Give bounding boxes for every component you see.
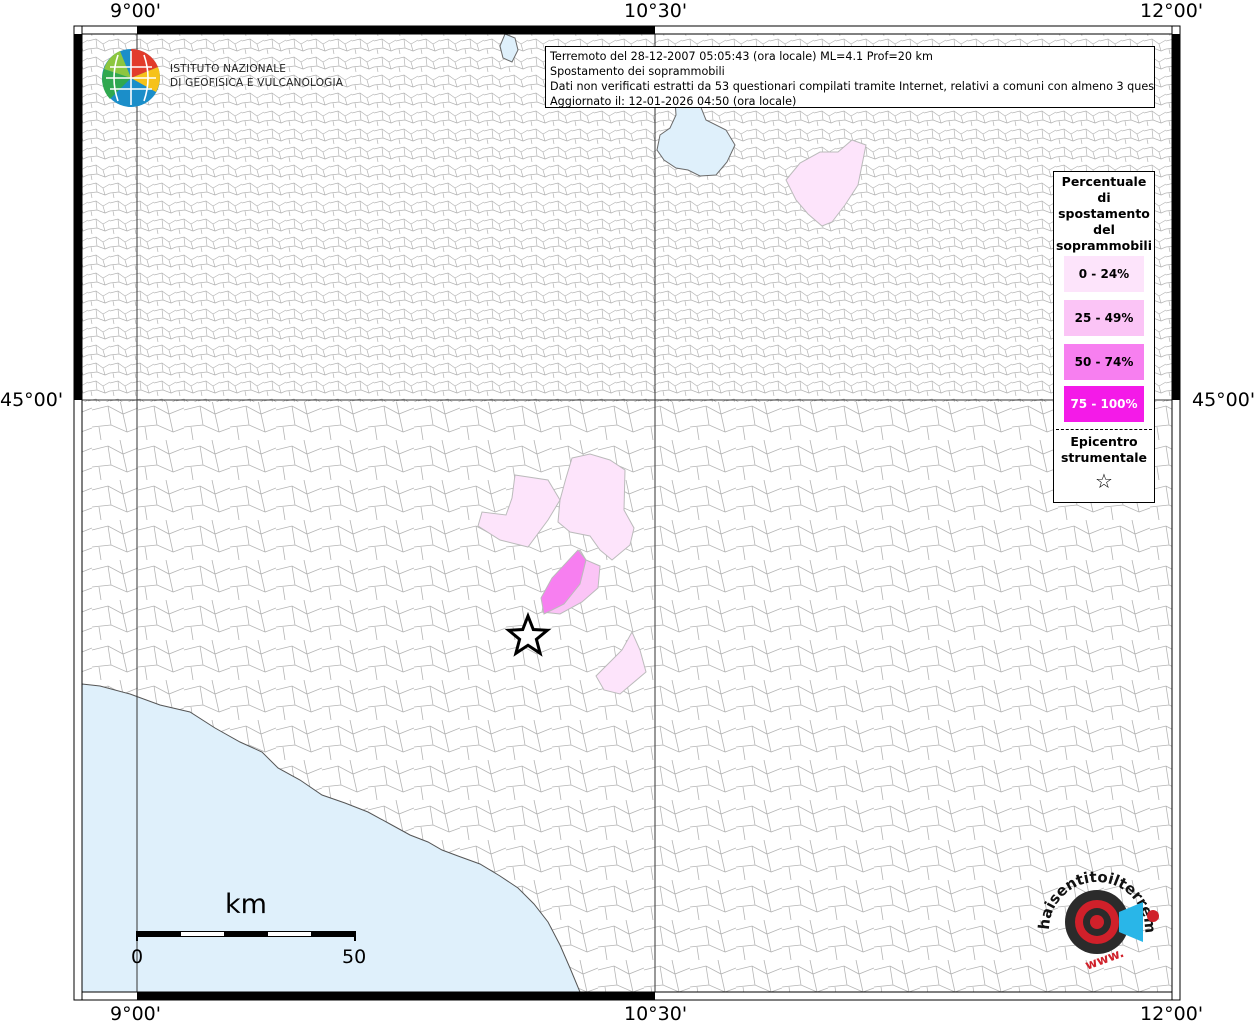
legend: Percentuale di spostamento del soprammob… bbox=[1053, 171, 1155, 503]
event-line: Terremoto del 28-12-2007 05:05:43 (ora l… bbox=[550, 50, 933, 63]
tick-top-9-00: 9°00' bbox=[110, 0, 161, 22]
ingv-name-line2: DI GEOFISICA E VULCANOLOGIA bbox=[170, 77, 344, 89]
legend-separator bbox=[1056, 429, 1152, 430]
legend-title-line: Percentuale bbox=[1061, 174, 1147, 189]
tick-top-10-30: 10°30' bbox=[624, 0, 688, 22]
scale-bar: km 0 50 bbox=[120, 885, 380, 975]
source-line: Dati non verificati estratti da 53 quest… bbox=[550, 80, 1155, 93]
frame-bottom-band-black bbox=[137, 992, 655, 1000]
legend-class-50-74[interactable]: 50 - 74% bbox=[1064, 344, 1144, 380]
frame-left-band-black bbox=[74, 34, 82, 400]
legend-title-line: del bbox=[1093, 222, 1115, 237]
legend-title-line: soprammobili bbox=[1055, 238, 1152, 253]
legend-class-0-24[interactable]: 0 - 24% bbox=[1064, 256, 1144, 292]
updated-line: Aggiornato il: 12-01-2026 04:50 (ora loc… bbox=[550, 95, 797, 108]
legend-epicenter-label: Epicentro strumentale bbox=[1054, 434, 1154, 466]
ingv-logo: ISTITUTO NAZIONALE DI GEOFISICA E VULCAN… bbox=[100, 47, 343, 109]
scale-bar-graphic bbox=[136, 931, 356, 941]
sound-target-icon: haisentitoilterremoto.it www. bbox=[1030, 844, 1160, 974]
legend-class-75-100[interactable]: 75 - 100% bbox=[1064, 386, 1144, 422]
legend-epicenter-line: Epicentro bbox=[1070, 434, 1138, 449]
ingv-name-line1: ISTITUTO NAZIONALE bbox=[170, 63, 287, 75]
hst-watermark[interactable]: haisentitoilterremoto.it www. bbox=[1030, 844, 1175, 978]
event-info-box: Terremoto del 28-12-2007 05:05:43 (ora l… bbox=[545, 46, 1155, 108]
legend-class-25-49[interactable]: 25 - 49% bbox=[1064, 300, 1144, 336]
legend-star-icon: ☆ bbox=[1095, 469, 1113, 493]
scale-end: 50 bbox=[342, 946, 367, 968]
tick-left-45-00: 45°00' bbox=[0, 389, 64, 411]
ingv-globe-icon bbox=[102, 48, 160, 107]
tick-top-12-00: 12°00' bbox=[1140, 0, 1204, 22]
tick-bottom-9-00: 9°00' bbox=[110, 1003, 161, 1025]
scale-start: 0 bbox=[131, 946, 144, 968]
tick-bottom-12-00: 12°00' bbox=[1140, 1003, 1204, 1025]
legend-title-line: spostamento bbox=[1058, 206, 1150, 221]
frame-top-band-black bbox=[137, 26, 655, 34]
tick-right-45-00: 45°00' bbox=[1192, 389, 1256, 411]
tick-bottom-10-30: 10°30' bbox=[624, 1003, 688, 1025]
scale-unit: km bbox=[225, 889, 267, 920]
legend-epicenter-line: strumentale bbox=[1060, 450, 1148, 465]
parameter-line: Spostamento dei soprammobili bbox=[550, 65, 725, 78]
legend-title-line: di bbox=[1097, 190, 1111, 205]
legend-title: Percentuale di spostamento del soprammob… bbox=[1054, 174, 1154, 254]
frame-right-band-black bbox=[1172, 34, 1180, 400]
